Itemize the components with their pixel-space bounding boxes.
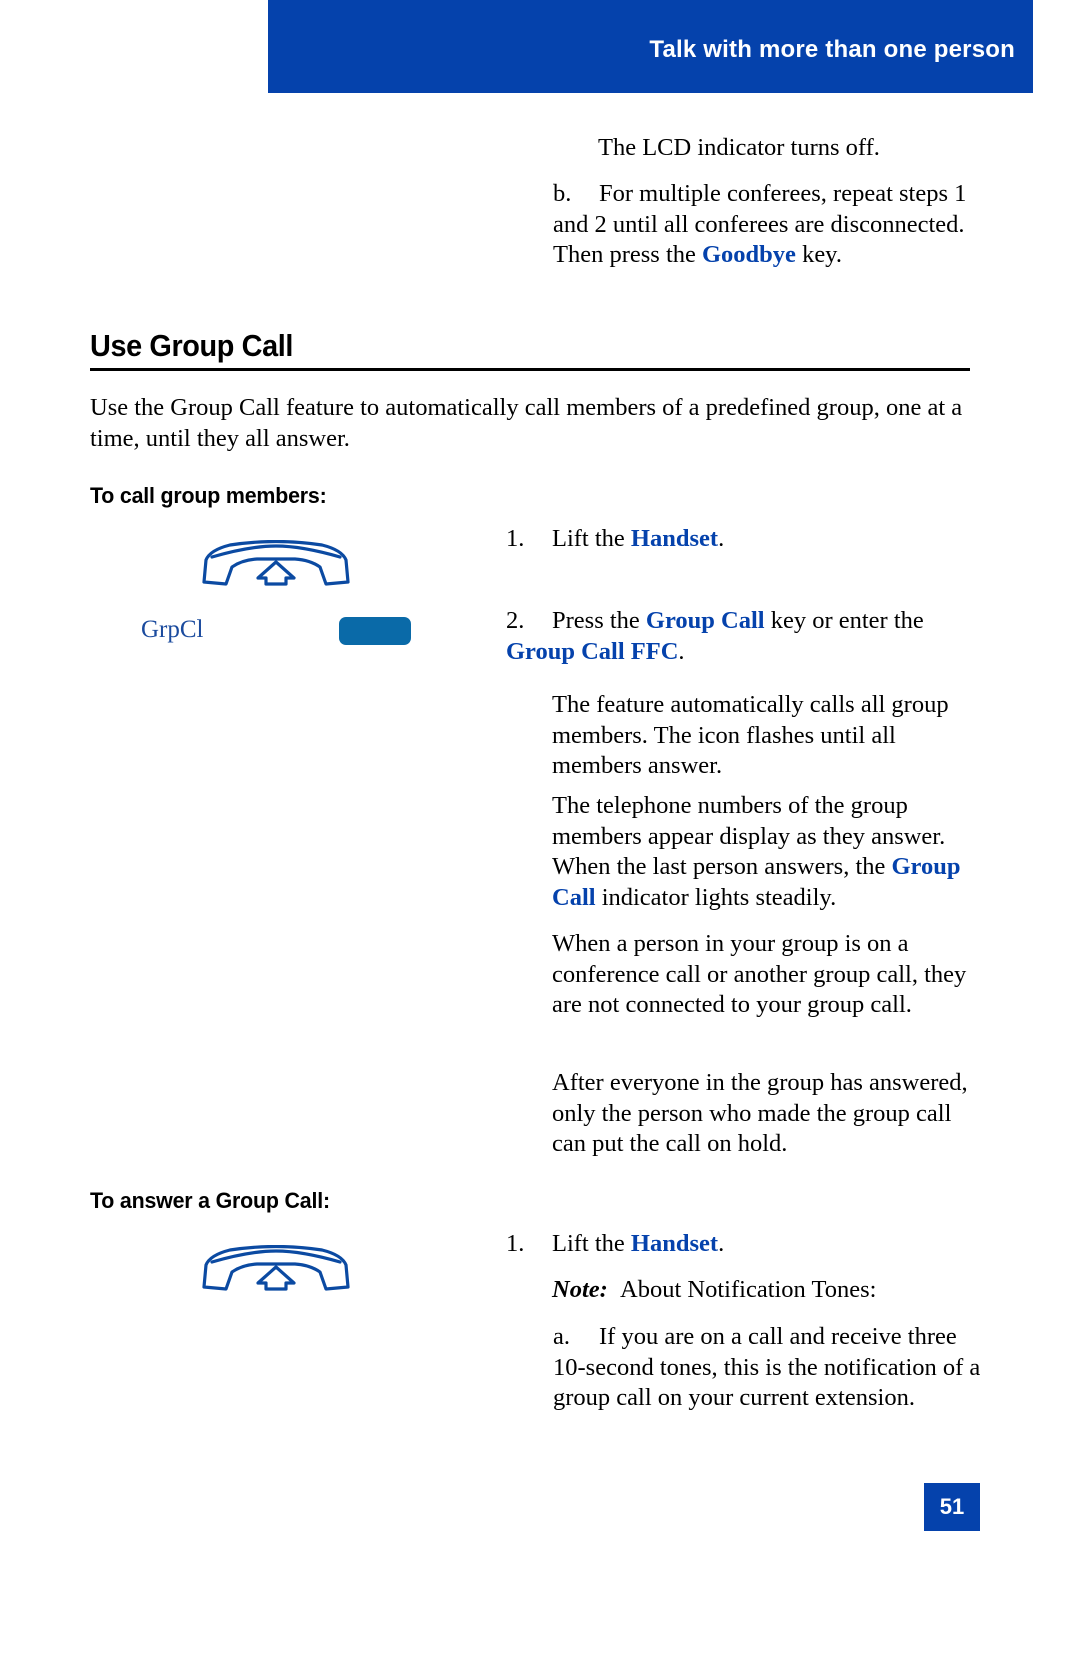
step-1-text-before: Lift the: [552, 525, 631, 552]
step-marker: 2.: [506, 607, 525, 634]
section-intro-paragraph: Use the Group Call feature to automatica…: [90, 394, 963, 452]
paragraph-telephone-numbers-after: indicator lights steadily.: [595, 883, 837, 911]
step-content: Lift the Handset.: [552, 525, 724, 552]
lift-handset-icon: [202, 540, 350, 586]
lcd-indicator-text: The LCD indicator turns off.: [598, 134, 880, 161]
note-about-notification-tones: Note: About Notification Tones:: [552, 1275, 976, 1306]
page-header-title: Talk with more than one person: [649, 36, 1015, 63]
note-text: About Notification Tones:: [620, 1276, 877, 1303]
page-title: Use Group Call: [90, 328, 294, 363]
feature-key-label: GrpCl: [141, 616, 204, 643]
handset-key-name: Handset: [630, 1230, 719, 1257]
page-number: 51: [939, 1494, 965, 1519]
step-1-lift-handset: 1. Lift the Handset.: [506, 524, 976, 555]
paragraph-person-on-conference: When a person in your group is on a conf…: [552, 930, 967, 1018]
document-page: Talk with more than one person The LCD i…: [0, 0, 1080, 1669]
step-marker: 1.: [506, 1230, 525, 1257]
step-2-text-after: .: [678, 637, 685, 665]
list-item-content: For multiple conferees, repeat steps 1 a…: [553, 180, 966, 268]
answer-step-1-lift-handset: 1. Lift the Handset.: [506, 1229, 976, 1260]
step-2-text-before: Press the: [552, 607, 646, 634]
list-marker: a.: [553, 1323, 570, 1350]
note-sub-item-a: a. If you are on a call and receive thre…: [553, 1322, 983, 1414]
paragraph-telephone-numbers: The telephone numbers of the group membe…: [552, 791, 976, 913]
step-2-press-group-call: 2. Press the Group Call key or enter the…: [506, 606, 976, 667]
item-b-text-after: key.: [795, 241, 842, 268]
group-call-key-button[interactable]: [339, 617, 411, 645]
list-item-content: If you are on a call and receive three 1…: [553, 1323, 981, 1411]
group-call-key-name: Group Call: [645, 607, 765, 634]
group-call-ffc-name: Group Call FFC: [506, 637, 679, 665]
list-item-b: b. For multiple conferees, repeat steps …: [553, 179, 983, 271]
paragraph-after-everyone-answered: After everyone in the group has answered…: [552, 1069, 968, 1157]
step-content: Lift the Handset.: [552, 1230, 724, 1257]
step-content: Press the Group Call key or enter the Gr…: [506, 607, 924, 665]
subheading-to-answer-group-call: To answer a Group Call:: [90, 1188, 330, 1213]
answer-step-text-after: .: [718, 1230, 725, 1257]
answer-step-text-before: Lift the: [552, 1230, 631, 1257]
list-marker: b.: [553, 180, 572, 207]
step-1-text-after: .: [718, 525, 725, 552]
step-2-text-mid: key or enter the: [764, 607, 924, 634]
subheading-to-call-group-members: To call group members:: [90, 483, 327, 508]
goodbye-key-name: Goodbye: [702, 241, 796, 268]
handset-key-name: Handset: [630, 525, 719, 552]
lift-handset-icon: [202, 1245, 350, 1291]
lcd-indicator-line: The LCD indicator turns off.: [598, 133, 988, 164]
paragraph-feature-auto-calls: The feature automatically calls all grou…: [552, 691, 949, 779]
heading-divider: [90, 368, 970, 371]
paragraph-telephone-numbers-before: The telephone numbers of the group membe…: [552, 792, 946, 880]
step-marker: 1.: [506, 525, 525, 552]
note-label: Note:: [552, 1276, 608, 1303]
